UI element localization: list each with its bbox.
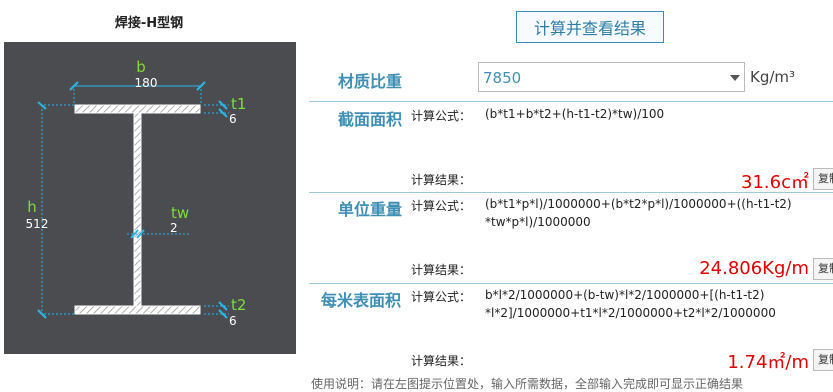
b-value: 180: [135, 76, 158, 90]
weight-formula-line2: *tw*p*l)/1000000: [485, 215, 591, 229]
surface-formula-line1: b*l*2/1000000+(b-tw)*l*2/1000000+[(h-t1-…: [485, 288, 765, 302]
h-value: 512: [26, 217, 49, 231]
section-divider: [309, 101, 833, 102]
weight-formula-label: 计算公式：: [411, 199, 472, 213]
tw-label: tw: [171, 204, 189, 222]
t2-dimension: [204, 301, 229, 319]
area-formula-label: 计算公式：: [411, 109, 472, 123]
chevron-down-icon[interactable]: [730, 75, 740, 81]
density-select[interactable]: 7850: [478, 62, 745, 92]
area-result-label: 计算结果：: [411, 173, 472, 187]
surface-formula-label: 计算公式：: [411, 290, 472, 304]
t1-value: 6: [229, 112, 237, 126]
weight-label: 单位重量: [338, 200, 403, 219]
web: [133, 112, 142, 307]
shape-title: 焊接-H型钢: [114, 16, 184, 31]
surface-result: 1.74㎡/m: [727, 352, 809, 373]
h-beam-drawing: b 180 h 512 t1 6 tw 2 t2 6: [26, 58, 247, 328]
h-beam-diagram: b 180 h 512 t1 6 tw 2 t2 6: [4, 42, 296, 354]
t2-value: 6: [229, 314, 237, 328]
weight-result-label: 计算结果：: [411, 263, 472, 277]
surface-formula-line2: *l*2]/1000000+t1*l*2/1000000+t2*l*2/1000…: [485, 306, 776, 320]
weight-formula: (b*t1*p*l)/1000000+(b*t2*p*l)/1000000+((…: [485, 195, 815, 231]
density-label: 材质比重: [338, 72, 403, 91]
usage-note: 使用说明：请在左图提示位置处，输入所需数据，全部输入完成即可显示正确结果: [311, 377, 744, 391]
section-divider: [309, 192, 833, 193]
surface-result-label: 计算结果：: [411, 354, 472, 368]
calculate-button[interactable]: 计算并查看结果: [516, 11, 664, 43]
surface-label: 每米表面积: [321, 291, 402, 310]
top-flange: [74, 104, 201, 114]
h-label: h: [27, 198, 37, 216]
t2-label: t2: [231, 296, 246, 314]
density-value: 7850: [483, 69, 522, 87]
h-dimension: [37, 101, 74, 319]
area-formula: (b*t1+b*t2+(h-t1-t2)*tw)/100: [485, 107, 665, 121]
weight-result: 24.806Kg/m: [699, 258, 809, 279]
surface-formula: b*l*2/1000000+(b-tw)*l*2/1000000+[(h-t1-…: [485, 286, 815, 322]
section-divider: [309, 283, 833, 284]
area-label: 截面面积: [338, 110, 403, 129]
area-copy-button[interactable]: 复制: [813, 168, 833, 190]
t1-dimension: [204, 100, 229, 118]
bottom-flange: [74, 305, 201, 315]
weight-formula-line1: (b*t1*p*l)/1000000+(b*t2*p*l)/1000000+((…: [485, 197, 792, 211]
t1-label: t1: [231, 95, 246, 113]
b-label: b: [136, 58, 146, 76]
tw-value: 2: [170, 221, 178, 235]
weight-copy-button[interactable]: 复制: [813, 258, 833, 280]
density-unit: Kg/m³: [750, 68, 796, 86]
area-result: 31.6c㎡: [741, 172, 809, 193]
surface-copy-button[interactable]: 复制: [813, 349, 833, 371]
